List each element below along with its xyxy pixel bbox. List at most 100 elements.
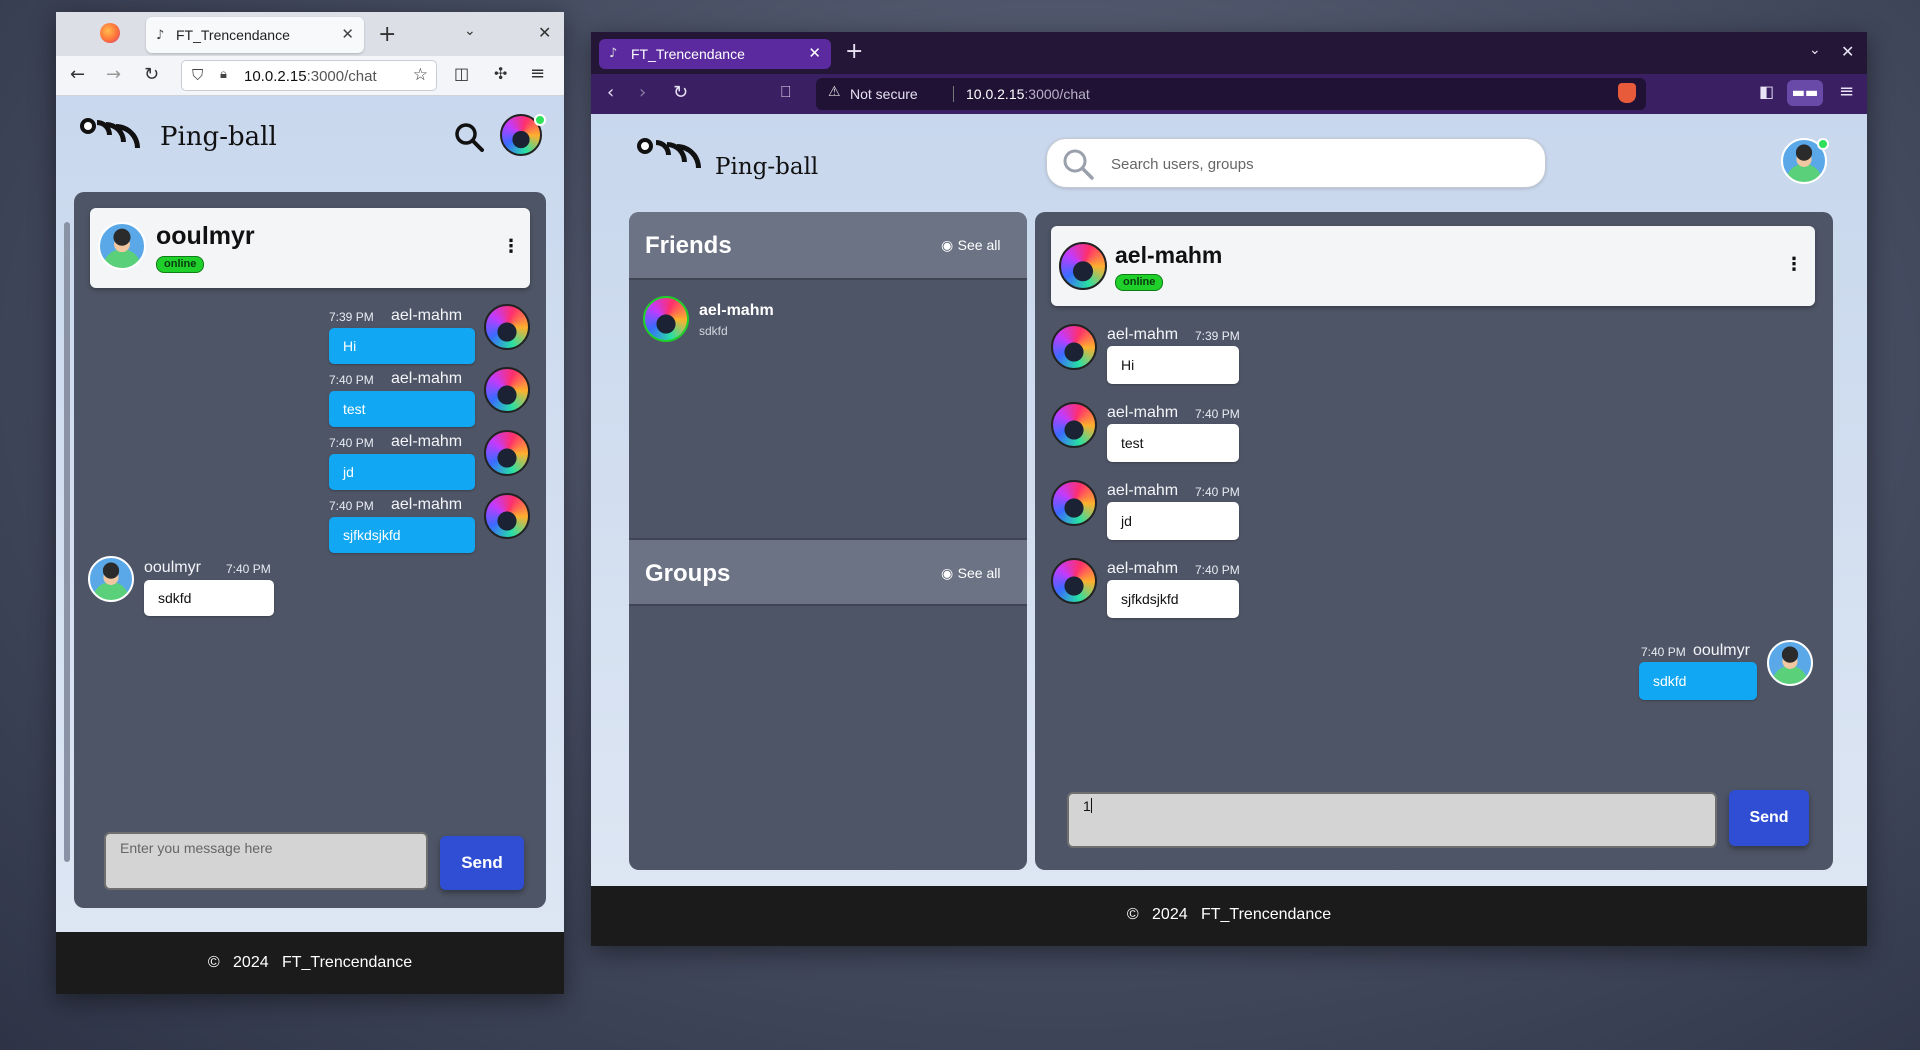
message-item: ael-mahm 7:40 PM test xyxy=(1051,402,1271,468)
right-footer: © 2024 FT_Trencendance xyxy=(591,886,1867,946)
groups-see-all[interactable]: ◉ See all xyxy=(941,565,1000,583)
warning-icon[interactable]: ⚠ xyxy=(828,84,841,100)
forward-icon[interactable]: › xyxy=(639,82,646,103)
author-avatar[interactable] xyxy=(1051,480,1097,526)
author-avatar[interactable] xyxy=(88,556,134,602)
message-bubble: jd xyxy=(329,454,475,490)
search-icon[interactable] xyxy=(454,122,484,152)
eye-icon: ◉ xyxy=(941,566,954,582)
message-item: ael-mahm 7:40 PM sjfkdsjkfd xyxy=(1051,558,1271,624)
input-value: 1 xyxy=(1083,798,1091,814)
message-author: ooulmyr xyxy=(144,559,201,576)
left-browser-window: ♪ FT_Trencendance ✕ + ⌄ ✕ ← → ↻ ⛉ 🔒︎ 10.… xyxy=(56,12,564,994)
pocket-icon[interactable]: ◫ xyxy=(454,64,469,83)
copyright-symbol: © xyxy=(207,954,220,971)
search-input[interactable]: Search users, groups xyxy=(1046,138,1546,188)
back-icon[interactable]: ‹ xyxy=(607,82,614,103)
contact-avatar[interactable] xyxy=(98,222,146,270)
chat-panel: ooulmyr online ⋮ 7:39 PM ael-mahm Hi 7:4… xyxy=(64,192,546,908)
send-button[interactable]: Send xyxy=(1729,790,1809,846)
right-address-bar[interactable]: ⚠ Not secure 10.0.2.15:3000/chat xyxy=(816,78,1646,110)
message-item: 7:40 PM ael-mahm jd xyxy=(329,430,539,494)
friend-list-item[interactable]: ael-mahm sdkfd xyxy=(643,296,1013,346)
tab-list-icon[interactable]: ⌄ xyxy=(464,23,476,39)
bookmark-star-icon[interactable]: ☆ xyxy=(413,65,428,85)
new-tab-icon[interactable]: + xyxy=(378,22,396,47)
lock-icon[interactable]: 🔒︎ xyxy=(220,67,227,82)
brand-logo[interactable] xyxy=(75,113,150,182)
author-avatar[interactable] xyxy=(484,493,530,539)
contact-avatar[interactable] xyxy=(1059,242,1107,290)
message-time: 7:39 PM xyxy=(329,310,374,324)
reload-icon[interactable]: ↻ xyxy=(144,64,159,85)
contact-name: ooulmyr xyxy=(156,222,255,250)
left-nav-bar: ← → ↻ ⛉ 🔒︎ 10.0.2.15:3000/chat ☆ ◫ ✣ ≡ xyxy=(56,56,564,96)
groups-header: Groups ◉ See all xyxy=(629,538,1027,606)
search-icon xyxy=(1061,147,1095,181)
more-vertical-icon[interactable]: ⋮ xyxy=(1785,254,1803,275)
left-browser-tab[interactable]: ♪ FT_Trencendance ✕ xyxy=(146,17,364,53)
security-text[interactable]: Not secure xyxy=(850,86,918,102)
firefox-icon[interactable] xyxy=(100,23,120,43)
message-bubble: test xyxy=(329,391,475,427)
message-author: ael-mahm xyxy=(391,433,463,450)
footer-year: 2024 xyxy=(1152,906,1188,923)
menu-icon[interactable]: ≡ xyxy=(1839,81,1854,102)
close-tab-icon[interactable]: ✕ xyxy=(341,25,354,43)
message-bubble: sjfkdsjkfd xyxy=(1107,580,1239,618)
message-time: 7:40 PM xyxy=(329,499,374,513)
message-time: 7:40 PM xyxy=(226,562,271,576)
message-item: 7:40 PM ael-mahm sjfkdsjkfd xyxy=(329,493,539,557)
author-avatar[interactable] xyxy=(484,304,530,350)
left-address-bar[interactable]: ⛉ 🔒︎ 10.0.2.15:3000/chat ☆ xyxy=(181,60,437,91)
chat-header: ael-mahm online ⋮ xyxy=(1051,226,1815,306)
menu-icon[interactable]: ≡ xyxy=(530,63,545,84)
left-tab-bar: ♪ FT_Trencendance ✕ + ⌄ ✕ xyxy=(56,12,564,56)
bookmark-icon[interactable]: ⎕ xyxy=(781,82,791,102)
brand-name[interactable]: Ping-ball xyxy=(715,154,818,180)
extensions-icon[interactable]: ✣ xyxy=(494,64,507,83)
message-bubble: sdkfd xyxy=(144,580,274,616)
author-avatar[interactable] xyxy=(1051,324,1097,370)
close-tab-icon[interactable]: ✕ xyxy=(808,44,821,62)
friends-see-all[interactable]: ◉ See all xyxy=(941,237,1000,255)
friend-name: ael-mahm xyxy=(699,302,774,319)
author-avatar[interactable] xyxy=(484,430,530,476)
left-page: Ping-ball ooulmyr online ⋮ 7:39 PM ael-m… xyxy=(56,96,564,932)
brand-logo[interactable] xyxy=(634,133,711,202)
left-footer: © 2024 FT_Trencendance xyxy=(56,932,564,994)
tracking-shield-icon[interactable]: ⛉ xyxy=(192,66,203,84)
author-avatar[interactable] xyxy=(1051,558,1097,604)
send-button[interactable]: Send xyxy=(440,836,524,890)
sidebar-icon[interactable]: ◧ xyxy=(1759,82,1774,101)
private-glasses-icon[interactable]: ▬▬ xyxy=(1787,80,1823,106)
message-input[interactable]: Enter you message here xyxy=(104,832,428,890)
reload-icon[interactable]: ↻ xyxy=(673,82,688,103)
message-input[interactable]: 1 xyxy=(1067,792,1717,848)
message-author: ooulmyr xyxy=(1693,642,1750,659)
right-browser-tab[interactable]: ♪ FT_Trencendance ✕ xyxy=(599,39,831,69)
message-author: ael-mahm xyxy=(1107,482,1179,499)
brand-name[interactable]: Ping-ball xyxy=(160,122,277,152)
close-window-icon[interactable]: ✕ xyxy=(538,23,551,42)
friend-avatar[interactable] xyxy=(643,296,689,342)
chat-panel: ael-mahm online ⋮ ael-mahm 7:39 PM Hi ae… xyxy=(1035,212,1833,870)
author-avatar[interactable] xyxy=(1767,640,1813,686)
new-tab-icon[interactable]: + xyxy=(845,39,863,64)
scrollbar[interactable] xyxy=(64,222,70,862)
close-window-icon[interactable]: ✕ xyxy=(1841,42,1854,61)
message-item: 7:40 PM ooulmyr sdkfd xyxy=(1635,640,1821,710)
groups-title: Groups xyxy=(645,560,731,587)
right-nav-bar: ‹ › ↻ ⎕ ⚠ Not secure 10.0.2.15:3000/chat… xyxy=(591,74,1867,114)
tab-search-icon[interactable]: ⌄ xyxy=(1809,42,1821,58)
right-browser-window: ♪ FT_Trencendance ✕ + ⌄ ✕ ‹ › ↻ ⎕ ⚠ Not … xyxy=(591,32,1867,946)
eye-icon: ◉ xyxy=(941,238,954,254)
forward-icon[interactable]: → xyxy=(106,64,121,85)
more-vertical-icon[interactable]: ⋮ xyxy=(502,236,520,257)
author-avatar[interactable] xyxy=(1051,402,1097,448)
back-icon[interactable]: ← xyxy=(70,64,85,85)
message-time: 7:40 PM xyxy=(329,373,374,387)
author-avatar[interactable] xyxy=(484,367,530,413)
status-badge: online xyxy=(1115,272,1164,291)
brave-shields-icon[interactable] xyxy=(1618,83,1636,103)
